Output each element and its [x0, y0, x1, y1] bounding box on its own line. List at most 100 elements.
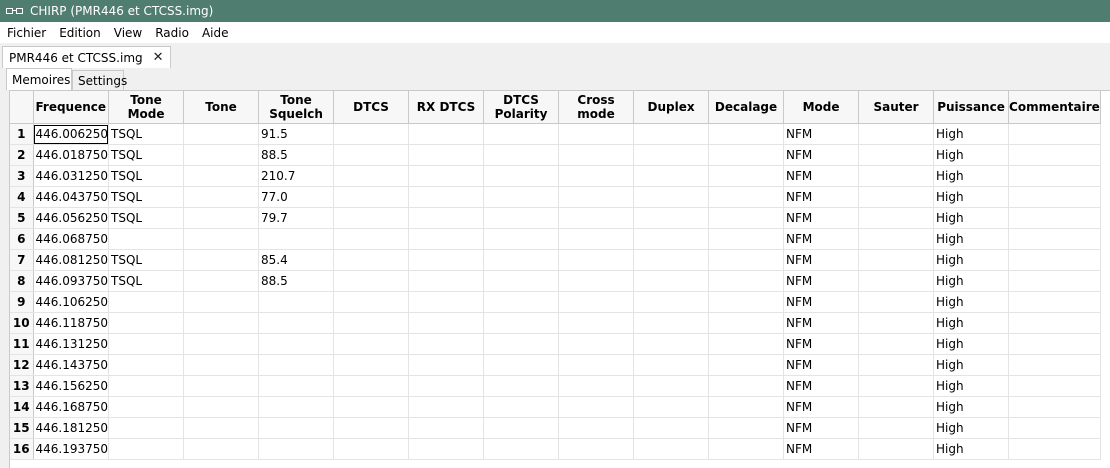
table-cell[interactable]	[183, 396, 260, 418]
table-cell[interactable]	[633, 270, 710, 292]
row-number[interactable]: 7	[10, 249, 34, 271]
table-cell[interactable]: High	[933, 291, 1010, 313]
table-cell[interactable]: NFM	[783, 144, 860, 166]
table-cell[interactable]: NFM	[783, 375, 860, 397]
table-cell[interactable]	[408, 354, 485, 376]
table-cell[interactable]	[483, 249, 560, 271]
row-number[interactable]: 2	[10, 144, 34, 166]
table-row[interactable]: 2 446.018750 TSQL 88.5 NFM High	[10, 144, 1101, 166]
column-header[interactable]: DTCS Polarity	[483, 91, 560, 124]
table-cell[interactable]	[633, 417, 710, 439]
close-icon[interactable]: ✕	[153, 50, 164, 65]
table-cell[interactable]	[183, 417, 260, 439]
table-cell[interactable]	[1008, 123, 1101, 145]
table-cell[interactable]: 446.006250	[33, 123, 110, 145]
table-cell[interactable]	[708, 165, 785, 187]
table-cell[interactable]	[108, 417, 185, 439]
table-cell[interactable]	[108, 312, 185, 334]
table-cell[interactable]	[333, 270, 410, 292]
table-cell[interactable]: High	[933, 207, 1010, 229]
table-cell[interactable]	[633, 144, 710, 166]
table-cell[interactable]	[858, 417, 935, 439]
table-cell[interactable]	[258, 417, 335, 439]
table-cell[interactable]	[558, 186, 635, 208]
table-cell[interactable]: 446.143750	[33, 354, 110, 376]
table-cell[interactable]	[483, 270, 560, 292]
table-cell[interactable]	[483, 228, 560, 250]
row-number[interactable]: 5	[10, 207, 34, 229]
table-cell[interactable]	[633, 312, 710, 334]
table-cell[interactable]: NFM	[783, 417, 860, 439]
table-cell[interactable]	[1008, 396, 1101, 418]
table-cell[interactable]	[483, 396, 560, 418]
table-cell[interactable]: High	[933, 333, 1010, 355]
table-cell[interactable]	[708, 123, 785, 145]
memory-grid[interactable]: Frequence Tone Mode Tone Tone Squelch DTCS RX…	[9, 90, 1110, 468]
table-cell[interactable]: 446.168750	[33, 396, 110, 418]
table-cell[interactable]: TSQL	[108, 123, 185, 145]
row-number[interactable]: 12	[10, 354, 34, 376]
table-row[interactable]: 13 446.156250 NFM High	[10, 375, 1101, 397]
row-number[interactable]: 16	[10, 438, 34, 460]
table-cell[interactable]	[408, 417, 485, 439]
table-row[interactable]: 5 446.056250 TSQL 79.7 NFM High	[10, 207, 1101, 229]
table-cell[interactable]	[558, 375, 635, 397]
table-cell[interactable]	[483, 375, 560, 397]
table-cell[interactable]: 446.118750	[33, 312, 110, 334]
table-cell[interactable]	[333, 249, 410, 271]
table-cell[interactable]	[708, 207, 785, 229]
table-cell[interactable]	[1008, 312, 1101, 334]
table-cell[interactable]	[633, 249, 710, 271]
table-cell[interactable]	[858, 249, 935, 271]
table-row[interactable]: 9 446.106250 NFM High	[10, 291, 1101, 313]
table-cell[interactable]: 446.193750	[33, 438, 110, 460]
table-cell[interactable]	[108, 375, 185, 397]
table-cell[interactable]	[108, 396, 185, 418]
table-cell[interactable]	[333, 144, 410, 166]
table-cell[interactable]	[183, 438, 260, 460]
table-cell[interactable]	[108, 354, 185, 376]
table-cell[interactable]	[708, 228, 785, 250]
table-cell[interactable]	[1008, 186, 1101, 208]
table-cell[interactable]	[708, 291, 785, 313]
table-row[interactable]: 3 446.031250 TSQL 210.7 NFM High	[10, 165, 1101, 187]
table-cell[interactable]: High	[933, 270, 1010, 292]
table-cell[interactable]: High	[933, 165, 1010, 187]
table-cell[interactable]	[108, 291, 185, 313]
table-cell[interactable]: High	[933, 249, 1010, 271]
table-cell[interactable]	[633, 333, 710, 355]
table-cell[interactable]: 85.4	[258, 249, 335, 271]
table-cell[interactable]	[183, 249, 260, 271]
table-cell[interactable]: NFM	[783, 333, 860, 355]
table-cell[interactable]: 446.018750	[33, 144, 110, 166]
table-cell[interactable]	[333, 228, 410, 250]
table-row[interactable]: 16 446.193750 NFM High	[10, 438, 1101, 460]
table-cell[interactable]	[558, 165, 635, 187]
table-cell[interactable]	[183, 375, 260, 397]
table-cell[interactable]: 77.0	[258, 186, 335, 208]
table-cell[interactable]	[858, 396, 935, 418]
table-cell[interactable]	[408, 312, 485, 334]
table-cell[interactable]: High	[933, 396, 1010, 418]
table-cell[interactable]	[183, 228, 260, 250]
table-cell[interactable]: 446.181250	[33, 417, 110, 439]
table-cell[interactable]	[858, 312, 935, 334]
table-cell[interactable]	[633, 375, 710, 397]
table-cell[interactable]: High	[933, 123, 1010, 145]
table-cell[interactable]	[408, 228, 485, 250]
column-header[interactable]: Sauter	[858, 91, 935, 124]
table-cell[interactable]	[1008, 375, 1101, 397]
table-cell[interactable]: TSQL	[108, 144, 185, 166]
row-number[interactable]: 13	[10, 375, 34, 397]
table-cell[interactable]	[1008, 270, 1101, 292]
table-cell[interactable]	[333, 396, 410, 418]
table-row[interactable]: 1 446.006250 TSQL 91.5 NFM High	[10, 123, 1101, 145]
table-cell[interactable]	[708, 270, 785, 292]
table-cell[interactable]	[183, 333, 260, 355]
table-cell[interactable]: NFM	[783, 354, 860, 376]
table-cell[interactable]	[333, 312, 410, 334]
table-cell[interactable]	[633, 207, 710, 229]
table-cell[interactable]	[858, 144, 935, 166]
table-cell[interactable]	[183, 144, 260, 166]
table-cell[interactable]	[108, 333, 185, 355]
